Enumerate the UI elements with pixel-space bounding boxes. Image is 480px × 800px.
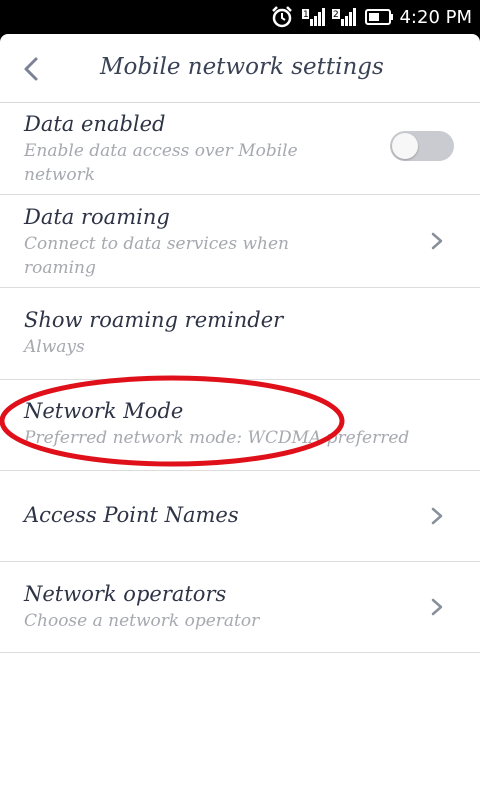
sim2-label: 2 [333,10,339,20]
setting-network-mode[interactable]: Network Mode Preferred network mode: WCD… [0,380,480,471]
setting-subtitle: Always [24,337,85,357]
setting-data-roaming[interactable]: Data roaming Connect to data services wh… [0,195,480,288]
data-enabled-toggle[interactable] [390,131,454,161]
back-button[interactable] [18,54,46,84]
page-title: Mobile network settings [100,54,384,80]
sim1-label: 1 [303,10,309,20]
settings-screen: Mobile network settings Data enabled Ena… [0,34,480,800]
chevron-right-icon [431,598,443,616]
setting-title: Show roaming reminder [24,308,284,332]
setting-title: Data roaming [24,205,170,229]
chevron-right-icon [431,232,443,250]
setting-title: Access Point Names [24,503,239,527]
setting-title: Network operators [24,582,227,606]
setting-access-point-names[interactable]: Access Point Names [0,471,480,562]
setting-subtitle: Preferred network mode: WCDMA preferred [24,428,410,448]
header-bar: Mobile network settings [0,34,480,103]
setting-network-operators[interactable]: Network operators Choose a network opera… [0,562,480,653]
chevron-right-icon [431,507,443,525]
setting-subtitle: Choose a network operator [24,611,260,631]
setting-subtitle: Enable data access over Mobile network [24,141,298,185]
chevron-left-icon [24,57,38,81]
setting-title: Network Mode [24,399,184,423]
setting-data-enabled[interactable]: Data enabled Enable data access over Mob… [0,103,480,195]
setting-subtitle: Connect to data services when roaming [24,234,289,278]
setting-roaming-reminder[interactable]: Show roaming reminder Always [0,288,480,380]
status-clock: 4:20 PM [399,7,472,28]
alarm-icon [272,6,292,28]
toggle-knob [392,133,418,159]
status-icons: 1 2 [272,6,393,28]
setting-title: Data enabled [24,112,166,136]
status-bar: 1 2 4:20 PM [0,0,480,34]
battery-icon [365,9,393,25]
